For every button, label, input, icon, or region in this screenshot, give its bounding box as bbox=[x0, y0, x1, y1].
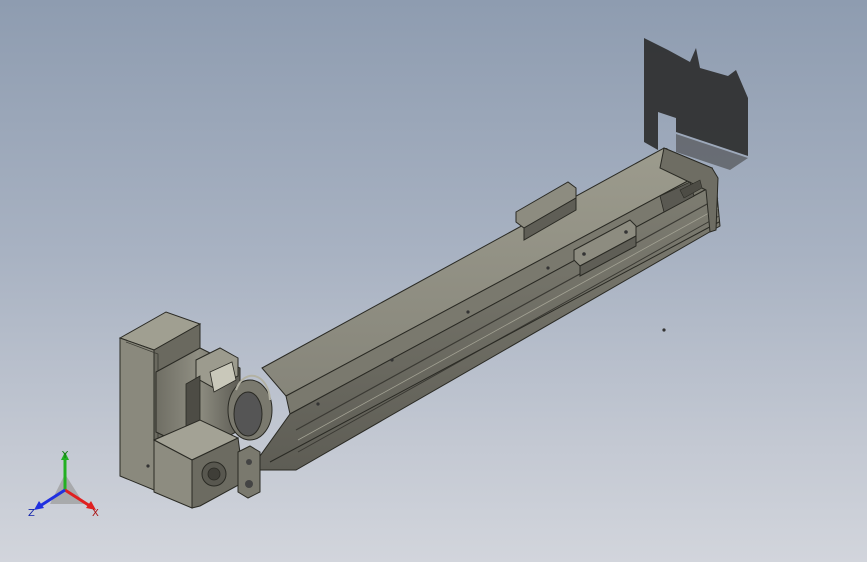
model-scene[interactable] bbox=[0, 0, 867, 562]
orientation-triad[interactable]: Y X Z bbox=[26, 448, 104, 526]
z-axis-label: Z bbox=[28, 508, 35, 519]
x-axis-label: X bbox=[92, 508, 99, 519]
graphics-viewport[interactable]: Y X Z bbox=[0, 0, 867, 562]
linear-rail[interactable] bbox=[249, 147, 721, 471]
y-axis-label: Y bbox=[61, 450, 69, 461]
